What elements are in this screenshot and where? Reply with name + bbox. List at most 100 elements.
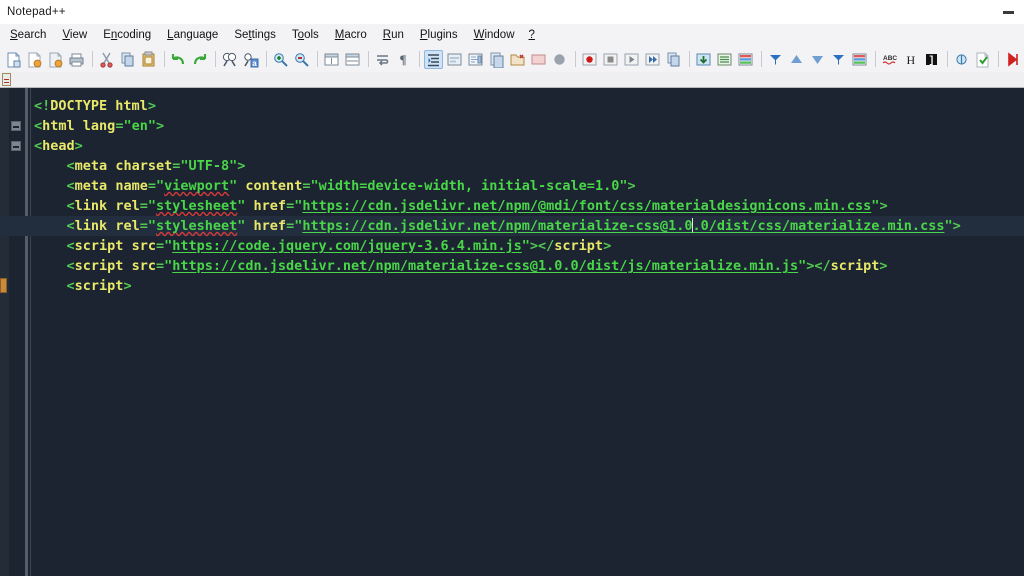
code-token-punc: > [952,218,961,234]
notepadpp-window: Notepad++ Search View Encoding Language Sett… [0,0,1024,576]
tab-color-icon[interactable] [736,50,755,69]
code-token-url: css [920,218,945,234]
menu-item-search[interactable]: Search [2,27,54,43]
code-token-url: https://code.jquery.com/jquery-3.6.4.min… [172,238,522,254]
menu-bar: Search View Encoding Language Settings Tools M… [0,24,1024,46]
menu-item-window[interactable]: Window [466,27,523,43]
code-token-str: "en" [123,118,156,134]
code-token-punc: = [147,178,156,194]
undo-icon[interactable] [169,50,188,69]
function-list-icon[interactable] [487,50,506,69]
menu-item-view[interactable]: View [54,27,95,43]
svg-text:¶: ¶ [400,52,407,67]
code-token-tag: script [74,278,124,294]
code-token-punc: > [879,198,888,214]
paste-icon[interactable] [139,50,158,69]
run-macro-multiple-icon[interactable] [643,50,662,69]
code-token-attr: content [245,178,303,194]
document-tab[interactable] [2,73,11,86]
new-file-icon[interactable] [4,50,23,69]
play-macro-icon[interactable] [622,50,641,69]
zoom-out-icon[interactable] [292,50,311,69]
toolbar-separator [761,51,762,67]
toolbar-separator [875,51,876,67]
cut-icon[interactable] [97,50,116,69]
column-editor-icon[interactable] [850,50,869,69]
code-line[interactable]: <link rel="stylesheet" href="https://cdn… [0,216,1024,236]
stop-macro-icon[interactable] [601,50,620,69]
code-line[interactable]: <script src="https://code.jquery.com/jqu… [0,236,1024,256]
folder-workspace-icon[interactable] [508,50,527,69]
indent-guide-icon[interactable] [424,49,443,69]
code-token-str: " [147,198,156,214]
code-token-attr: src [131,238,156,254]
first-change-icon[interactable] [1003,50,1022,69]
code-token-punc: < [66,178,75,194]
find-icon[interactable] [220,50,239,69]
code-line[interactable]: <meta name="viewport" content="width=dev… [0,176,1024,196]
check-icon[interactable] [973,50,992,69]
run-icon[interactable] [694,50,713,69]
move-down-icon[interactable] [808,50,827,69]
replace-icon[interactable]: a [241,50,260,69]
user-defined-dialog-icon[interactable] [445,50,464,69]
code-text-area[interactable]: <!DOCTYPE html> <html lang="en"> <head> <m… [0,88,1024,576]
toolbar-separator [92,51,93,67]
menu-item-plugins[interactable]: Plugins [412,27,466,43]
print-icon[interactable] [67,50,86,69]
compare-icon[interactable] [952,50,971,69]
menu-item-encoding[interactable]: Encoding [95,27,159,43]
code-line[interactable]: <script src="https://cdn.jsdelivr.net/np… [0,256,1024,276]
code-token-punc: > [147,98,156,114]
menu-item-tools[interactable]: Tools [284,27,327,43]
sync-horizontal-icon[interactable] [343,50,362,69]
code-token-punc: <! [34,98,51,114]
save-macro-icon[interactable] [664,50,683,69]
tab-bar [0,72,1024,88]
toolbar-separator [947,51,948,67]
hex-editor-icon[interactable]: H [901,50,920,69]
code-token-attr: href [253,218,287,234]
code-line[interactable]: <link rel="stylesheet" href="https://cdn… [0,196,1024,216]
save-file-icon[interactable] [46,50,65,69]
window-controls [992,0,1024,24]
minimize-button[interactable] [992,0,1024,24]
spell-error-text: stylesheet [155,218,238,234]
menu-item-language[interactable]: Language [159,27,226,43]
sync-vertical-icon[interactable] [322,50,341,69]
dark-mode-icon[interactable] [550,50,569,69]
sort-descending-icon[interactable] [829,50,848,69]
redo-icon[interactable] [190,50,209,69]
code-line[interactable]: <script> [0,276,1024,296]
sort-icon[interactable] [766,50,785,69]
code-token-tag: meta [74,178,108,194]
zoom-in-icon[interactable] [271,50,290,69]
record-macro-icon[interactable] [580,50,599,69]
menu-item-macro[interactable]: Macro [327,27,375,43]
document-map-icon[interactable] [466,50,485,69]
code-token-punc: > [74,138,83,154]
spell-check-icon[interactable]: ABC [880,50,899,69]
code-token-str: " [521,238,530,254]
code-line[interactable]: <html lang="en"> [0,116,1024,136]
code-token-punc: > [627,178,636,194]
code-token-punc: > [237,158,246,174]
move-up-icon[interactable] [787,50,806,69]
copy-icon[interactable] [118,50,137,69]
show-all-chars-icon[interactable]: ¶ [394,50,413,69]
menu-item-run[interactable]: Run [375,27,412,43]
code-editor[interactable]: <!DOCTYPE html> <html lang="en"> <head> <m… [0,88,1024,576]
toolbar-separator [419,51,420,67]
console-icon[interactable]: ] [922,50,941,69]
menu-item-settings[interactable]: Settings [226,27,284,43]
code-token-punc: = [139,218,148,234]
word-wrap-icon[interactable] [373,50,392,69]
menu-item-[interactable]: ? [523,27,541,43]
code-line[interactable]: <head> [0,136,1024,156]
monitoring-icon[interactable] [529,50,548,69]
tab-settings-icon[interactable] [715,50,734,69]
code-line[interactable]: <meta charset="UTF-8"> [0,156,1024,176]
code-line[interactable]: <!DOCTYPE html> [0,96,1024,116]
open-file-icon[interactable] [25,50,44,69]
